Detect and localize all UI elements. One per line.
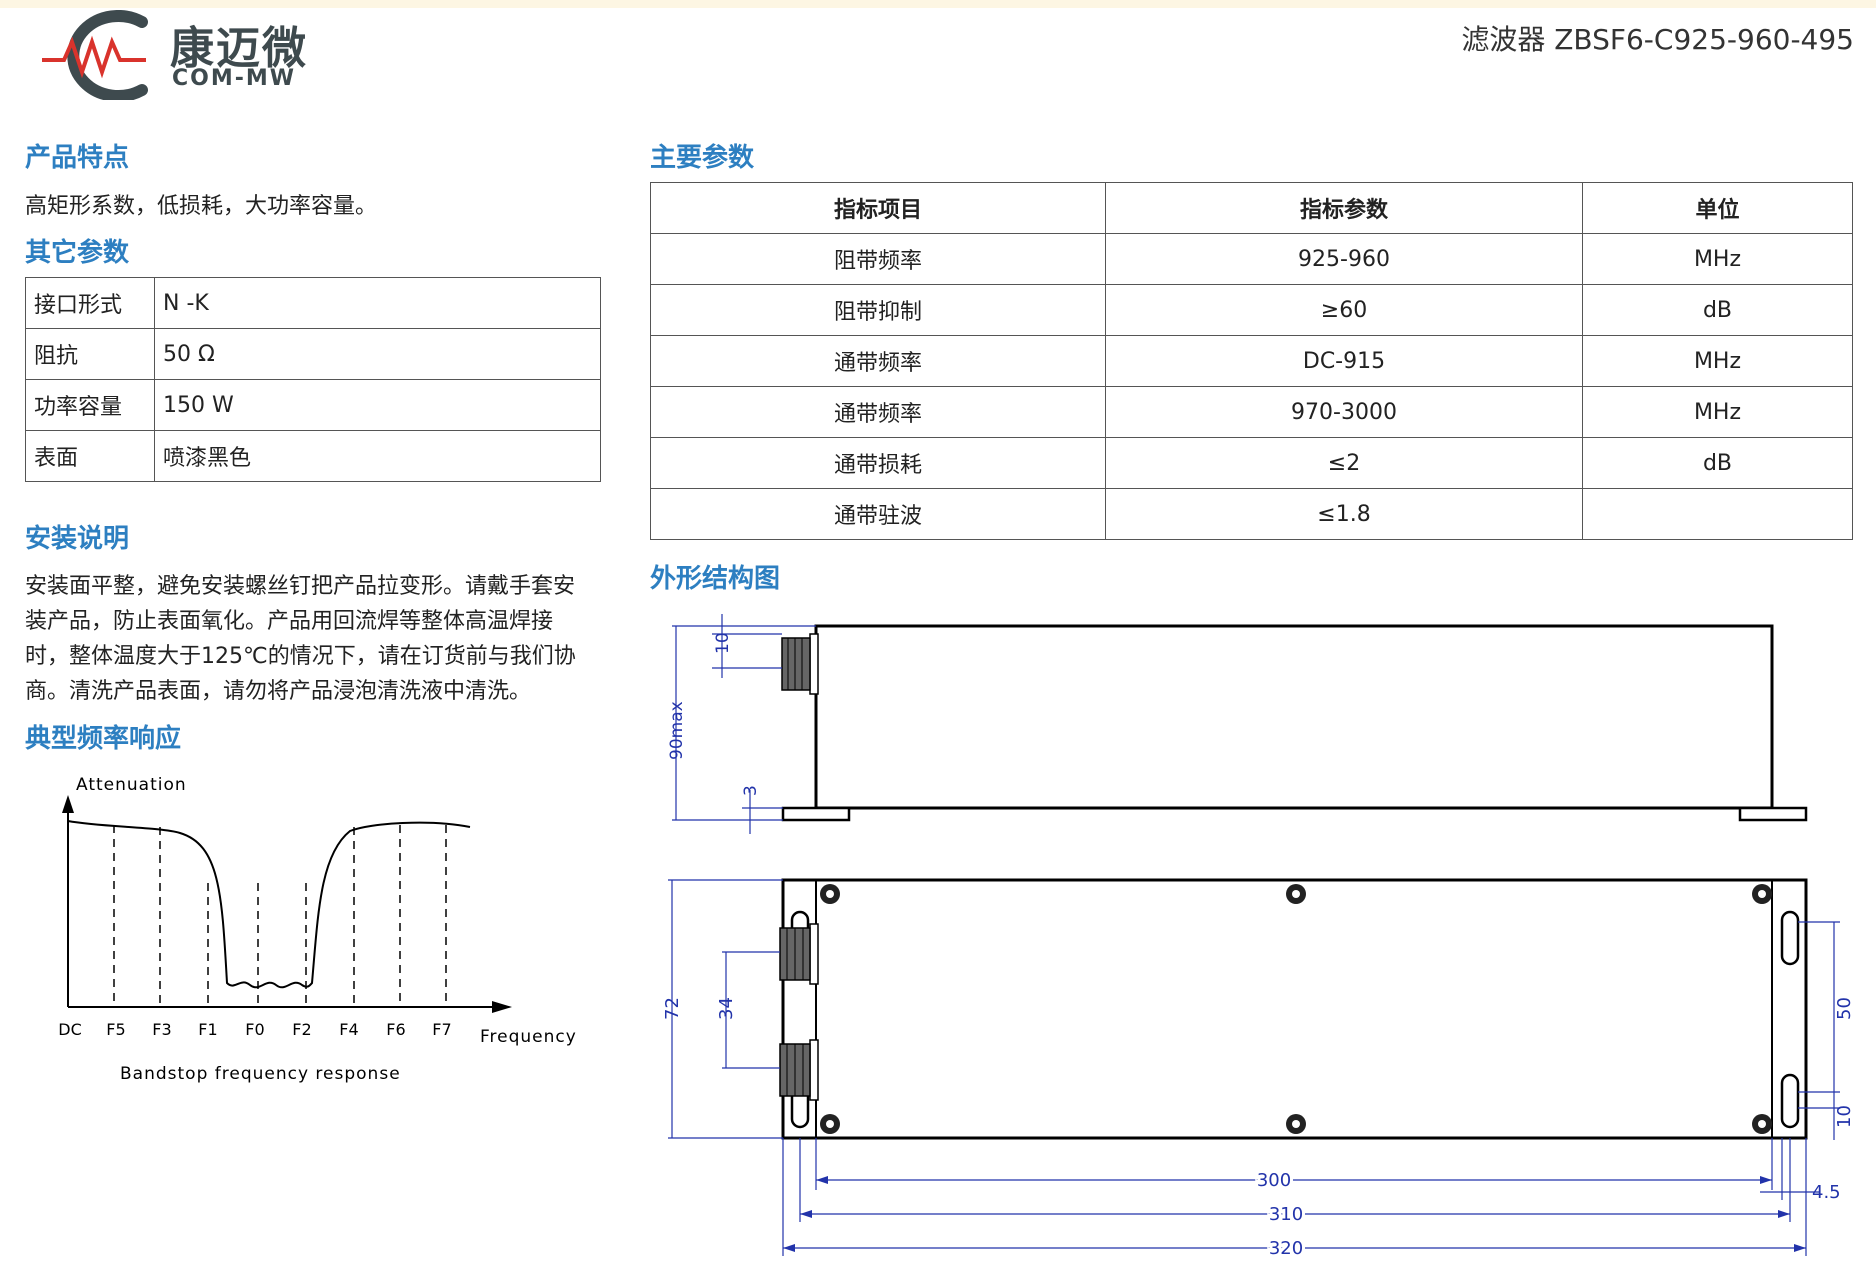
tick-label: F5 <box>106 1020 125 1039</box>
col-header: 单位 <box>1582 182 1853 234</box>
table-row: 通带频率 DC-915 MHz <box>650 335 1853 387</box>
param-value: 喷漆黑色 <box>154 430 601 482</box>
top-view-body <box>781 878 1808 1140</box>
param-value: 50 Ω <box>154 328 601 380</box>
side-view-body <box>814 624 1774 810</box>
value-cell: ≤2 <box>1105 437 1583 489</box>
tick-label: F4 <box>339 1020 358 1039</box>
value-cell: 925-960 <box>1105 233 1583 285</box>
install-heading: 安装说明 <box>25 524 130 554</box>
main-params-heading: 主要参数 <box>650 143 755 173</box>
table-row: 阻抗 50 Ω <box>25 328 601 380</box>
unit-cell: MHz <box>1582 335 1853 387</box>
top-connector-1 <box>779 923 819 985</box>
tick-label: F2 <box>292 1020 311 1039</box>
install-line-4: 商。清洗产品表面，请勿将产品浸泡清洗液中清洗。 <box>25 679 532 704</box>
value-cell: ≤1.8 <box>1105 488 1583 540</box>
outline-heading: 外形结构图 <box>650 564 781 594</box>
frequency-label: Frequency <box>480 1027 577 1047</box>
unit-cell: MHz <box>1582 233 1853 285</box>
bandstop-response-diagram: Attenuation DC F5 F3 F1 F0 F2 F4 F6 F7 F… <box>58 775 577 1084</box>
brand-name-en: COM-MW <box>172 66 297 91</box>
unit-cell: dB <box>1582 284 1853 336</box>
param-name: 表面 <box>25 430 155 482</box>
unit-cell: dB <box>1582 437 1853 489</box>
outline-drawing: 90max 10 3 72 34 50 10 300 310 320 4.5 <box>662 614 1855 1262</box>
dim-90max: 90max <box>667 701 687 760</box>
document-title: 滤波器 ZBSF6-C925-960-495 <box>1461 23 1854 56</box>
other-params-heading: 其它参数 <box>25 238 130 268</box>
item-cell: 通带驻波 <box>650 488 1106 540</box>
tick-label: F6 <box>386 1020 405 1039</box>
table-row: 通带驻波 ≤1.8 <box>650 488 1853 540</box>
top-strip <box>0 0 1876 8</box>
table-row: 阻带抑制 ≥60 dB <box>650 284 1853 336</box>
table-row: 接口形式 N -K <box>25 277 601 329</box>
dim-320: 320 <box>1269 1238 1303 1259</box>
table-row: 表面 喷漆黑色 <box>25 430 601 482</box>
dim-72: 72 <box>662 997 683 1020</box>
value-cell: DC-915 <box>1105 335 1583 387</box>
value-cell: ≥60 <box>1105 284 1583 336</box>
param-name: 阻抗 <box>25 328 155 380</box>
table-row: 通带损耗 ≤2 dB <box>650 437 1853 489</box>
dim-50: 50 <box>1834 997 1855 1020</box>
response-heading: 典型频率响应 <box>25 724 182 754</box>
main-params-table: 指标项目 指标参数 单位 阻带频率 925-960 MHz 阻带抑制 ≥60 d… <box>650 182 1853 540</box>
install-line-2: 装产品，防止表面氧化。产品用回流焊等整体高温焊接 <box>25 609 554 634</box>
table-row: 通带频率 970-3000 MHz <box>650 386 1853 438</box>
tick-label: F0 <box>245 1020 264 1039</box>
col-header: 指标参数 <box>1105 182 1583 234</box>
unit-cell: MHz <box>1582 386 1853 438</box>
other-params-table: 接口形式 N -K 阻抗 50 Ω 功率容量 150 W 表面 喷漆黑色 <box>25 277 601 482</box>
install-line-3: 时，整体温度大于125℃的情况下，请在订货前与我们协 <box>25 644 576 669</box>
top-connector-2 <box>779 1039 819 1101</box>
item-cell: 通带损耗 <box>650 437 1106 489</box>
features-text: 高矩形系数，低损耗，大功率容量。 <box>25 194 378 219</box>
value-cell: 970-3000 <box>1105 386 1583 438</box>
dim-300: 300 <box>1257 1170 1291 1191</box>
item-cell: 通带频率 <box>650 386 1106 438</box>
features-heading: 产品特点 <box>25 143 130 173</box>
tick-label: F3 <box>152 1020 171 1039</box>
table-row: 阻带频率 925-960 MHz <box>650 233 1853 285</box>
dim-3: 3 <box>741 785 761 796</box>
table-header-row: 指标项目 指标参数 单位 <box>650 182 1853 234</box>
param-value: 150 W <box>154 379 601 431</box>
item-cell: 通带频率 <box>650 335 1106 387</box>
col-header: 指标项目 <box>650 182 1106 234</box>
dim-310: 310 <box>1269 1204 1303 1225</box>
attenuation-label: Attenuation <box>76 775 187 795</box>
item-cell: 阻带抑制 <box>650 284 1106 336</box>
unit-cell <box>1582 488 1853 540</box>
dim-4-5: 4.5 <box>1812 1182 1841 1203</box>
tick-label: DC <box>58 1020 82 1039</box>
param-name: 功率容量 <box>25 379 155 431</box>
dim-34: 34 <box>716 997 737 1020</box>
param-value: N -K <box>154 277 601 329</box>
response-caption: Bandstop frequency response <box>120 1064 401 1084</box>
side-connector <box>781 633 819 695</box>
dim-10-right: 10 <box>1834 1105 1855 1128</box>
dim-10-top: 10 <box>713 632 733 654</box>
item-cell: 阻带频率 <box>650 233 1106 285</box>
table-row: 功率容量 150 W <box>25 379 601 431</box>
tick-label: F7 <box>432 1020 451 1039</box>
install-line-1: 安装面平整，避免安装螺丝钉把产品拉变形。请戴手套安 <box>25 574 576 599</box>
param-name: 接口形式 <box>25 277 155 329</box>
tick-label: F1 <box>198 1020 217 1039</box>
